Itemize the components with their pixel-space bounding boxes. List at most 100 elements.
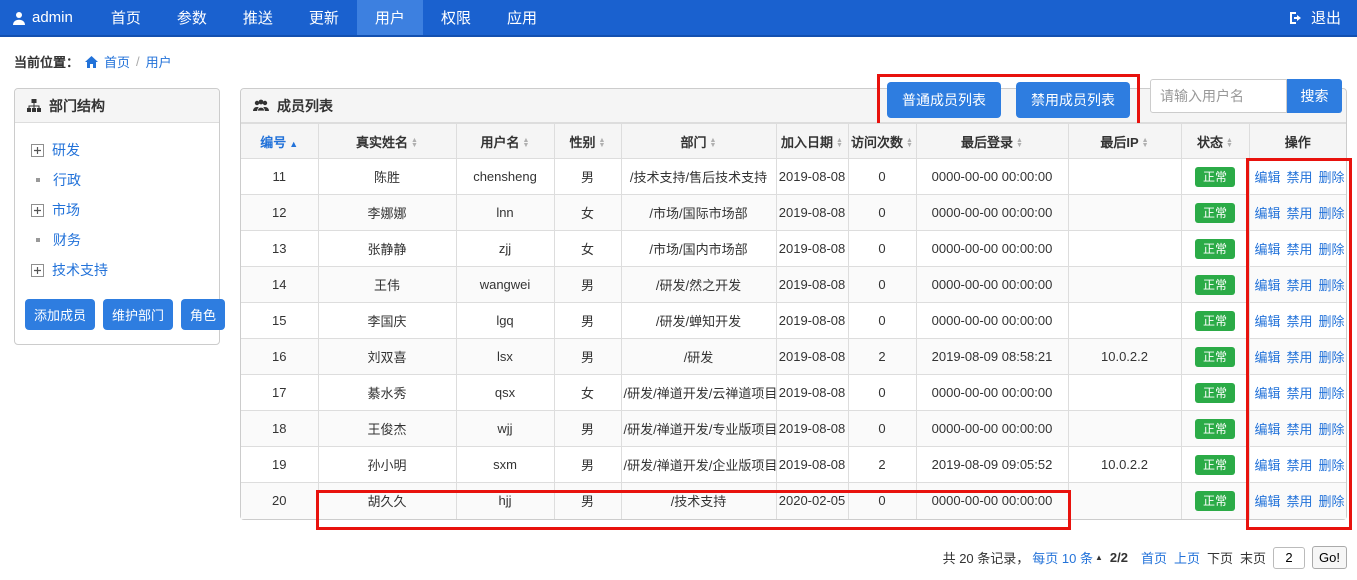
edit-link[interactable]: 编辑: [1255, 422, 1281, 437]
leaf-bullet-icon: [31, 178, 45, 182]
plus-square-icon[interactable]: [31, 144, 44, 157]
tree-item-support[interactable]: 技术支持: [31, 255, 203, 285]
column-header-name[interactable]: 真实姓名▲▼: [318, 124, 456, 159]
forbid-link[interactable]: 禁用: [1287, 494, 1313, 509]
plus-square-icon[interactable]: [31, 264, 44, 277]
edit-link[interactable]: 编辑: [1255, 386, 1281, 401]
search-button[interactable]: 搜索: [1287, 79, 1342, 113]
cell-username: wangwei: [456, 267, 554, 303]
page-number-input[interactable]: [1273, 547, 1305, 569]
edit-link[interactable]: 编辑: [1255, 350, 1281, 365]
edit-link[interactable]: 编辑: [1255, 170, 1281, 185]
tree-item-admin[interactable]: 行政: [31, 165, 203, 195]
column-header-gender[interactable]: 性别▲▼: [554, 124, 621, 159]
column-header-id[interactable]: 编号▲: [241, 124, 318, 159]
column-header-last_login[interactable]: 最后登录▲▼: [916, 124, 1068, 159]
nav-user[interactable]: admin: [0, 0, 93, 35]
forbid-link[interactable]: 禁用: [1287, 350, 1313, 365]
plus-square-icon[interactable]: [31, 204, 44, 217]
manage-dept-button[interactable]: 维护部门: [103, 299, 173, 330]
forbid-link[interactable]: 禁用: [1287, 422, 1313, 437]
column-header-dept[interactable]: 部门▲▼: [621, 124, 776, 159]
delete-link[interactable]: 删除: [1319, 278, 1345, 293]
cell-join_date: 2019-08-08: [776, 195, 848, 231]
cell-gender: 男: [554, 411, 621, 447]
breadcrumb-current[interactable]: 用户: [146, 52, 172, 71]
next-page-link[interactable]: 下页: [1207, 548, 1233, 567]
nav-item-params[interactable]: 参数: [159, 0, 225, 35]
edit-link[interactable]: 编辑: [1255, 278, 1281, 293]
per-page-link[interactable]: 每页 10 条: [1032, 548, 1093, 567]
nav-item-users[interactable]: 用户: [357, 0, 423, 35]
column-header-username[interactable]: 用户名▲▼: [456, 124, 554, 159]
member-row-15: 15李国庆lgq男/研发/蝉知开发2019-08-0800000-00-00 0…: [241, 303, 1346, 339]
normal-member-list-button[interactable]: 普通成员列表: [887, 82, 1001, 118]
nav-item-update[interactable]: 更新: [291, 0, 357, 35]
forbid-link[interactable]: 禁用: [1287, 458, 1313, 473]
column-header-status[interactable]: 状态▲▼: [1181, 124, 1249, 159]
home-icon[interactable]: [85, 56, 98, 68]
first-page-link[interactable]: 首页: [1141, 548, 1167, 567]
logout-button[interactable]: 退出: [1273, 0, 1357, 35]
edit-link[interactable]: 编辑: [1255, 314, 1281, 329]
sort-icon: ▲▼: [1016, 138, 1023, 148]
nav-item-rights[interactable]: 权限: [423, 0, 489, 35]
roles-button[interactable]: 角色: [181, 299, 225, 330]
member-row-13: 13张静静zjj女/市场/国内市场部2019-08-0800000-00-00 …: [241, 231, 1346, 267]
delete-link[interactable]: 删除: [1319, 422, 1345, 437]
status-badge: 正常: [1195, 347, 1235, 367]
cell-name: 王伟: [318, 267, 456, 303]
add-member-button[interactable]: 添加成员: [25, 299, 95, 330]
cell-gender: 男: [554, 447, 621, 483]
column-header-join_date[interactable]: 加入日期▲▼: [776, 124, 848, 159]
cell-last_ip: 10.0.2.2: [1068, 447, 1181, 483]
cell-gender: 男: [554, 267, 621, 303]
forbid-link[interactable]: 禁用: [1287, 278, 1313, 293]
delete-link[interactable]: 删除: [1319, 206, 1345, 221]
go-button[interactable]: Go!: [1312, 546, 1347, 569]
cell-join_date: 2019-08-08: [776, 231, 848, 267]
delete-link[interactable]: 删除: [1319, 242, 1345, 257]
logout-label: 退出: [1311, 7, 1341, 28]
edit-link[interactable]: 编辑: [1255, 242, 1281, 257]
last-page-link[interactable]: 末页: [1240, 548, 1266, 567]
edit-link[interactable]: 编辑: [1255, 494, 1281, 509]
column-header-last_ip[interactable]: 最后IP▲▼: [1068, 124, 1181, 159]
tree-item-market[interactable]: 市场: [31, 195, 203, 225]
breadcrumb-home-link[interactable]: 首页: [104, 52, 130, 71]
tree-item-dev[interactable]: 研发: [31, 135, 203, 165]
delete-link[interactable]: 删除: [1319, 494, 1345, 509]
nav-item-apps[interactable]: 应用: [489, 0, 555, 35]
forbid-link[interactable]: 禁用: [1287, 314, 1313, 329]
cell-username: sxm: [456, 447, 554, 483]
column-header-visits[interactable]: 访问次数▲▼: [848, 124, 916, 159]
status-badge: 正常: [1195, 167, 1235, 187]
delete-link[interactable]: 删除: [1319, 350, 1345, 365]
cell-visits: 0: [848, 267, 916, 303]
nav-item-push[interactable]: 推送: [225, 0, 291, 35]
edit-link[interactable]: 编辑: [1255, 458, 1281, 473]
delete-link[interactable]: 删除: [1319, 314, 1345, 329]
cell-id: 18: [241, 411, 318, 447]
status-badge: 正常: [1195, 383, 1235, 403]
cell-id: 11: [241, 159, 318, 195]
delete-link[interactable]: 删除: [1319, 458, 1345, 473]
forbid-link[interactable]: 禁用: [1287, 386, 1313, 401]
cell-name: 孙小明: [318, 447, 456, 483]
forbid-link[interactable]: 禁用: [1287, 170, 1313, 185]
disabled-member-list-button[interactable]: 禁用成员列表: [1016, 82, 1130, 118]
edit-link[interactable]: 编辑: [1255, 206, 1281, 221]
cell-dept: /研发: [621, 339, 776, 375]
forbid-link[interactable]: 禁用: [1287, 206, 1313, 221]
delete-link[interactable]: 删除: [1319, 386, 1345, 401]
cell-actions: 编辑禁用删除: [1249, 159, 1346, 195]
cell-name: 王俊杰: [318, 411, 456, 447]
cell-actions: 编辑禁用删除: [1249, 267, 1346, 303]
delete-link[interactable]: 删除: [1319, 170, 1345, 185]
nav-item-home[interactable]: 首页: [93, 0, 159, 35]
forbid-link[interactable]: 禁用: [1287, 242, 1313, 257]
cell-join_date: 2020-02-05: [776, 483, 848, 519]
prev-page-link[interactable]: 上页: [1174, 548, 1200, 567]
tree-item-finance[interactable]: 财务: [31, 225, 203, 255]
search-input[interactable]: [1150, 79, 1287, 113]
